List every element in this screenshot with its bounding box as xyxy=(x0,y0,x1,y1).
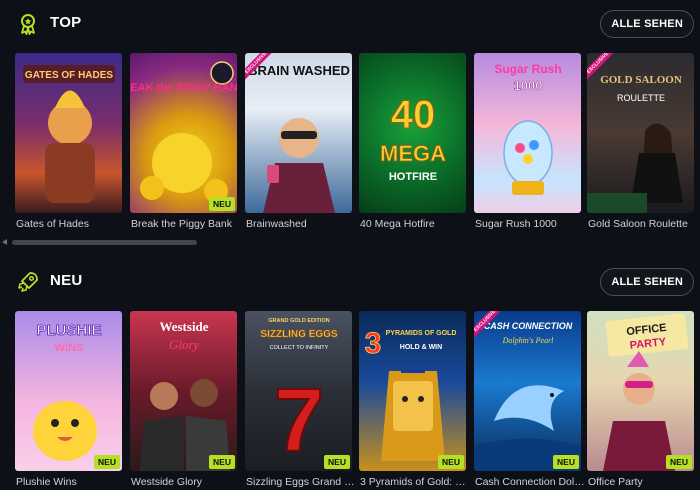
art-text: Glory xyxy=(169,337,200,352)
art-text: ROULETTE xyxy=(617,93,665,103)
game-thumbnail[interactable]: PLUSHIE WINS NEU xyxy=(15,311,122,471)
art-text: MEGA xyxy=(380,141,446,166)
game-title[interactable]: Plushie Wins xyxy=(16,476,126,488)
top-section: TOP ALLE SEHEN GATES OF HADES Gates of H… xyxy=(0,0,700,255)
art-text: GRAND GOLD EDITION xyxy=(268,318,329,324)
art-text: 40 xyxy=(391,93,436,137)
new-badge: NEU xyxy=(438,455,464,469)
rocket-icon xyxy=(18,272,38,292)
art-text: BRAIN WASHED xyxy=(248,63,350,78)
neu-section-header: NEU ALLE SEHEN xyxy=(0,258,700,306)
see-all-neu-button[interactable]: ALLE SEHEN xyxy=(600,268,694,296)
game-art: CASH CONNECTION Dolphin's Pearl xyxy=(474,321,581,471)
game-thumbnail[interactable]: GRAND GOLD EDITION SIZZLING EGGS COLLECT… xyxy=(245,311,352,471)
award-ribbon-icon xyxy=(21,14,35,35)
game-title[interactable]: Break the Piggy Bank xyxy=(131,218,241,230)
art-text: WINS xyxy=(55,342,84,354)
art-text: GOLD SALOON xyxy=(600,74,682,86)
game-title[interactable]: Sugar Rush 1000 xyxy=(475,218,585,230)
game-art: Sugar Rush 1000 xyxy=(494,62,562,195)
game-art: OFFICE PARTY xyxy=(603,313,689,471)
game-thumbnail[interactable]: 40 MEGA HOTFIRE xyxy=(359,53,466,213)
art-text: Dolphin's Pearl xyxy=(502,336,555,345)
game-art: 40 MEGA HOTFIRE xyxy=(380,93,447,184)
game-thumbnail[interactable]: Sugar Rush 1000 xyxy=(474,53,581,213)
game-thumbnail[interactable]: GOLD SALOON ROULETTE EXCLUSIVE xyxy=(587,53,694,213)
game-title[interactable]: 40 Mega Hotfire xyxy=(360,218,470,230)
game-title[interactable]: Gold Saloon Roulette xyxy=(588,218,698,230)
game-title[interactable]: Brainwashed xyxy=(246,218,356,230)
game-art: Westside Glory xyxy=(140,319,230,471)
art-text: GATES OF HADES xyxy=(25,70,113,81)
game-thumbnail[interactable]: GATES OF HADES xyxy=(15,53,122,213)
scroll-thumb[interactable] xyxy=(12,240,197,245)
game-title[interactable]: Office Party xyxy=(588,476,698,488)
new-badge: NEU xyxy=(209,197,235,211)
scroll-left-arrow-icon[interactable] xyxy=(2,239,7,245)
art-text: COLLECT TO INFINITY xyxy=(270,345,329,351)
section-title-neu: NEU xyxy=(50,272,83,289)
game-art: 3 PYRAMIDS OF GOLD HOLD & WIN xyxy=(364,327,457,461)
neu-section: NEU ALLE SEHEN PLUSHIE WINS NEU Plushie … xyxy=(0,258,700,490)
top-games-row: GATES OF HADES Gates of Hades BREAK the … xyxy=(15,53,700,233)
svg-text:7: 7 xyxy=(274,371,324,471)
game-title[interactable]: Westside Glory xyxy=(131,476,241,488)
art-text: PLUSHIE xyxy=(36,322,101,339)
new-badge: NEU xyxy=(94,455,120,469)
top-row-scrollbar[interactable] xyxy=(0,239,700,245)
section-title-top: TOP xyxy=(50,14,82,31)
art-text: BREAK the PIGGY BANK xyxy=(130,82,237,94)
art-text: SIZZLING EGGS xyxy=(260,329,338,340)
game-title[interactable]: 3 Pyramids of Gold: Hol... xyxy=(360,476,470,488)
game-thumbnail[interactable]: OFFICE PARTY NEU xyxy=(587,311,694,471)
art-text: HOLD & WIN xyxy=(400,344,442,351)
art-text: 3 xyxy=(365,327,382,360)
game-title[interactable]: Gates of Hades xyxy=(16,218,126,230)
art-text: PYRAMIDS OF GOLD xyxy=(386,330,457,337)
art-text: HOTFIRE xyxy=(389,171,437,183)
game-art: GOLD SALOON ROULETTE xyxy=(587,74,683,213)
art-text: Westside xyxy=(159,319,208,334)
game-thumbnail[interactable]: BRAIN WASHED EXCLUSIVE xyxy=(245,53,352,213)
game-thumbnail[interactable]: CASH CONNECTION Dolphin's Pearl EXCLUSIV… xyxy=(474,311,581,471)
new-badge: NEU xyxy=(324,455,350,469)
game-art: PLUSHIE WINS xyxy=(33,322,102,461)
art-text: 1000 xyxy=(514,78,543,93)
new-badge: NEU xyxy=(553,455,579,469)
new-badge: NEU xyxy=(666,455,692,469)
top-section-header: TOP ALLE SEHEN xyxy=(0,0,700,48)
game-title[interactable]: Sizzling Eggs Grand G... xyxy=(246,476,356,488)
new-badge: NEU xyxy=(209,455,235,469)
game-thumbnail[interactable]: BREAK the PIGGY BANK NEU xyxy=(130,53,237,213)
game-thumbnail[interactable]: 3 PYRAMIDS OF GOLD HOLD & WIN NEU xyxy=(359,311,466,471)
art-text: CASH CONNECTION xyxy=(484,321,573,331)
game-thumbnail[interactable]: Westside Glory NEU xyxy=(130,311,237,471)
neu-games-row: PLUSHIE WINS NEU Plushie Wins Westside G… xyxy=(15,311,700,490)
game-title[interactable]: Cash Connection Dolp... xyxy=(475,476,585,488)
game-art: GRAND GOLD EDITION SIZZLING EGGS COLLECT… xyxy=(260,318,338,471)
game-art: BREAK the PIGGY BANK xyxy=(130,61,237,203)
game-art: BRAIN WASHED xyxy=(248,63,350,213)
see-all-top-button[interactable]: ALLE SEHEN xyxy=(600,10,694,38)
game-art: GATES OF HADES xyxy=(23,65,115,203)
art-text: Sugar Rush xyxy=(494,62,561,76)
